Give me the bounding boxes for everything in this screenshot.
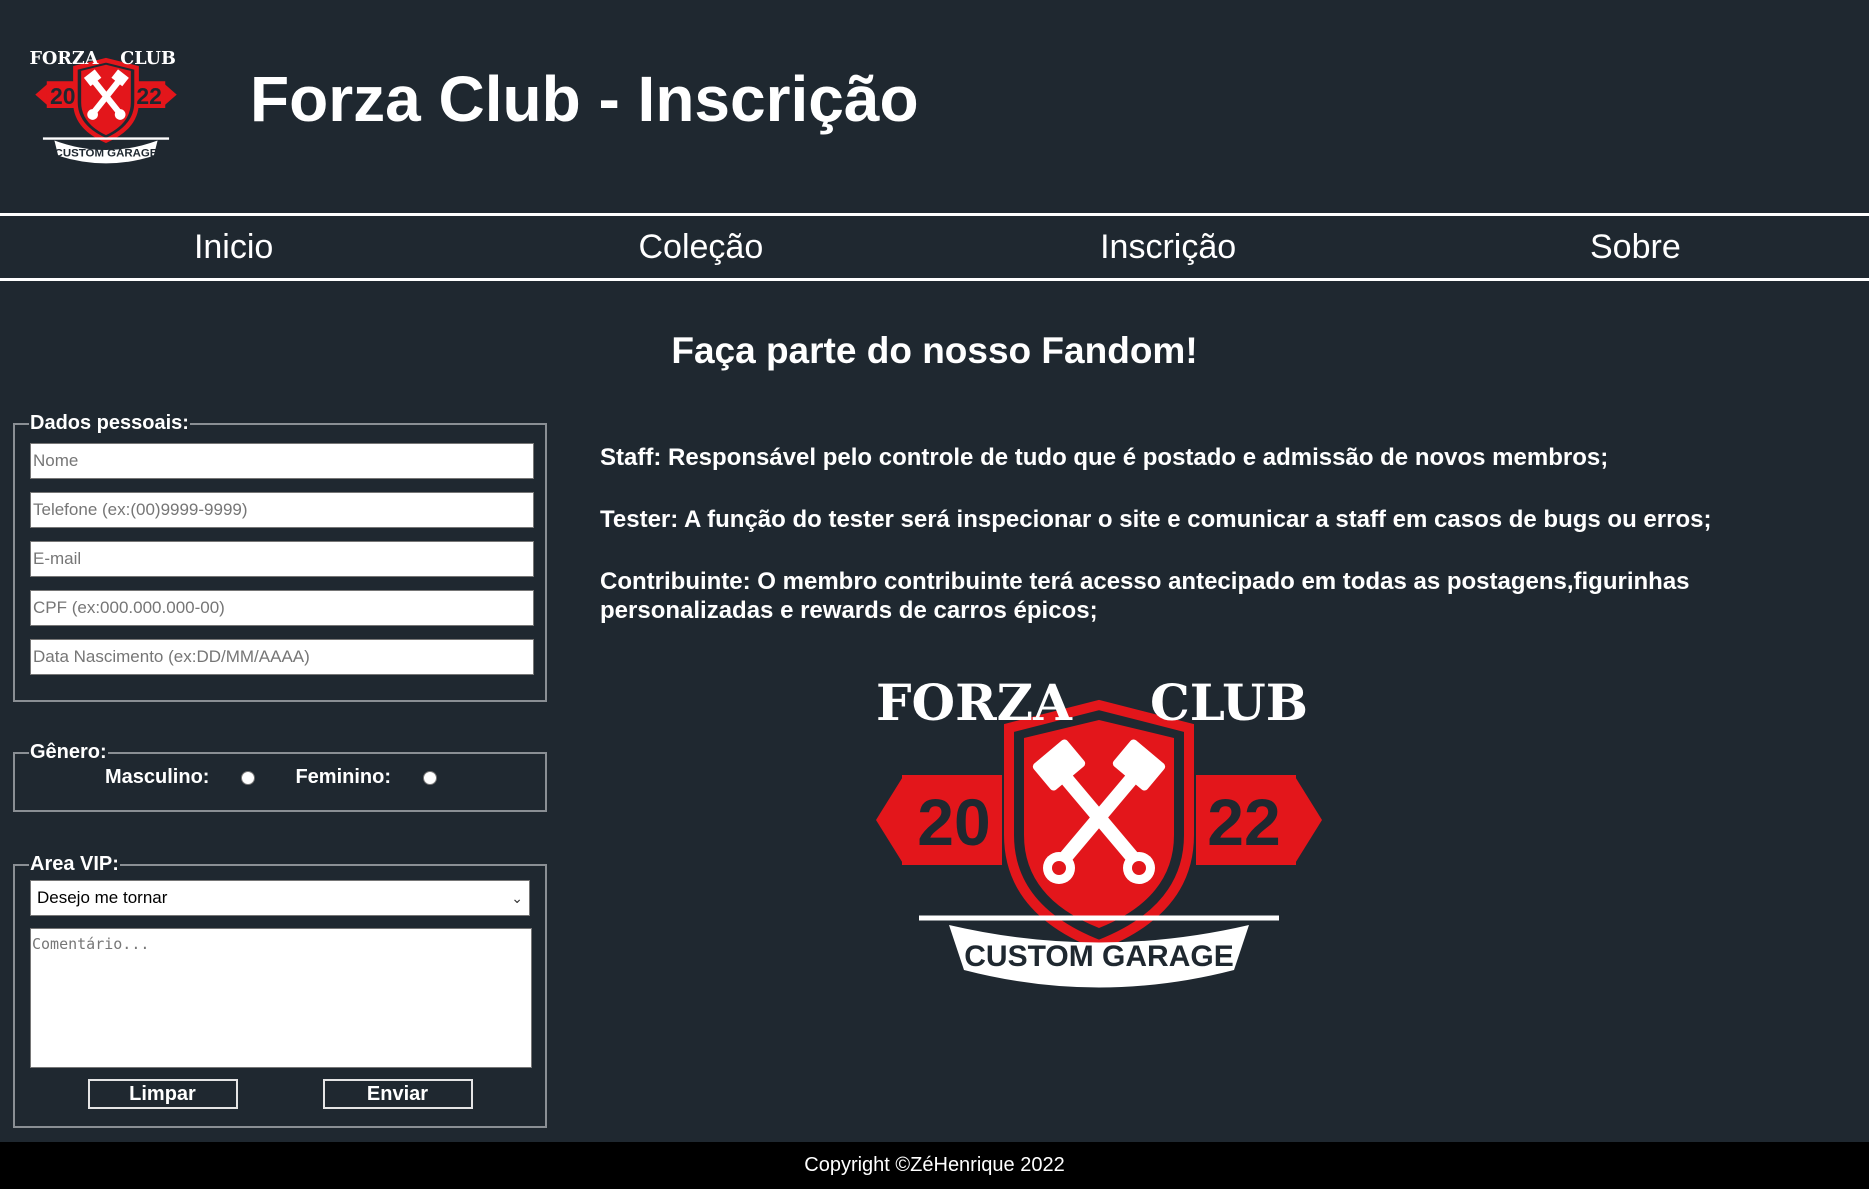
name-input[interactable]: Nome	[30, 443, 534, 479]
gender-legend: Gênero:	[30, 741, 107, 763]
section-heading: Faça parte do nosso Fandom!	[671, 330, 1198, 371]
logo-top-right-text: CLUB	[120, 48, 176, 69]
logo-year-left: 20	[50, 83, 75, 109]
footer: Copyright ©ZéHenrique 2022	[0, 1142, 1869, 1189]
email-input[interactable]: E-mail	[30, 541, 534, 577]
copyright-text: Copyright ©ZéHenrique 2022	[804, 1154, 1065, 1176]
logo-top-right-text: CLUB	[1150, 673, 1308, 732]
role-contribuinte: Contribuinte: O membro contribuinte terá…	[600, 568, 1690, 624]
logo-top-left-text: FORZA	[876, 673, 1073, 732]
forza-club-logo-small[interactable]: 20 22 FORZA CLUB CUSTOM GARAGE	[20, 44, 192, 172]
form-buttons: Limpar Enviar	[15, 1079, 545, 1109]
logo-year-right: 22	[136, 83, 162, 109]
nav-item-inscricao[interactable]: Inscrição	[935, 228, 1402, 267]
gender-female-label: Feminino:	[295, 766, 391, 788]
gender-female-radio[interactable]	[423, 770, 437, 785]
gender-options: Masculino: Feminino:	[15, 766, 545, 789]
personal-data-legend: Dados pessoais:	[30, 412, 189, 434]
role-staff: Staff: Responsável pelo controle de tudo…	[600, 444, 1609, 471]
nav-item-inicio[interactable]: Inicio	[0, 228, 467, 267]
submit-button[interactable]: Enviar	[322, 1079, 473, 1109]
vip-legend: Area VIP:	[30, 853, 119, 875]
phone-input[interactable]: Telefone (ex:(00)9999-9999)	[30, 492, 534, 528]
page-title: Forza Club - Inscrição	[250, 63, 919, 135]
comment-textarea[interactable]: Comentário...	[30, 928, 532, 1068]
logo-year-right: 22	[1207, 785, 1280, 859]
cpf-input[interactable]: CPF (ex:000.000.000-00)	[30, 590, 534, 626]
gender-male-label: Masculino:	[105, 766, 210, 788]
vip-select-value: Desejo me tornar	[37, 888, 168, 907]
gender-fieldset: Gênero: Masculino: Feminino:	[13, 741, 547, 812]
roles-description: Staff: Responsável pelo controle de tudo…	[600, 443, 1830, 658]
birthdate-input[interactable]: Data Nascimento (ex:DD/MM/AAAA)	[30, 639, 534, 675]
logo-top-left-text: FORZA	[30, 48, 99, 69]
nav-item-sobre[interactable]: Sobre	[1402, 228, 1869, 267]
gender-male-radio[interactable]	[241, 770, 256, 785]
vip-fieldset: Area VIP: Desejo me tornar ⌄ Comentário.…	[13, 853, 547, 1128]
forza-club-logo-large: 20 22 FORZA CLUB CUSTOM GARAGE	[876, 673, 1322, 988]
vip-select[interactable]: Desejo me tornar ⌄	[30, 880, 530, 916]
role-tester: Tester: A função do tester será inspecio…	[600, 506, 1712, 533]
header: 20 22 FORZA CLUB CUSTOM GARAGE Forza Clu…	[0, 0, 1869, 214]
chevron-down-icon: ⌄	[511, 889, 523, 906]
personal-data-fieldset: Dados pessoais: Nome Telefone (ex:(00)99…	[13, 412, 547, 702]
clear-button[interactable]: Limpar	[87, 1079, 238, 1109]
nav-item-colecao[interactable]: Coleção	[467, 228, 934, 267]
main-nav: Inicio Coleção Inscrição Sobre	[0, 213, 1869, 281]
logo-year-left: 20	[917, 785, 990, 859]
logo-banner-text: CUSTOM GARAGE	[55, 148, 158, 160]
logo-banner-text: CUSTOM GARAGE	[964, 940, 1233, 973]
